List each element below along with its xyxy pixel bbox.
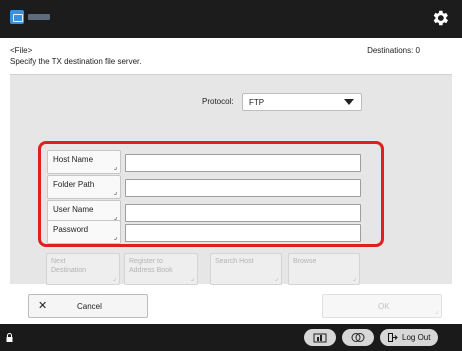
register-address-book-button[interactable]: Register to Address Book ⌟ xyxy=(124,253,198,285)
register-address-book-label: Register to Address Book xyxy=(129,258,173,274)
protocol-row: Protocol: FTP xyxy=(10,93,452,111)
status-monitor-button[interactable] xyxy=(342,329,374,346)
protocol-label: Protocol: xyxy=(202,97,234,106)
destinations-count: Destinations: 0 xyxy=(367,46,420,55)
ok-label: OK xyxy=(378,302,390,311)
close-icon: ✕ xyxy=(38,300,48,312)
cancel-button[interactable]: ✕ Cancel xyxy=(28,294,148,318)
info-area: <File> Specify the TX destination file s… xyxy=(10,46,452,70)
password-button[interactable]: Password ⌟ xyxy=(47,220,121,244)
lock-icon xyxy=(6,333,13,342)
logout-icon xyxy=(388,333,398,342)
highlight-frame: Host Name ⌟ Folder Path ⌟ User Name ⌟ Pa… xyxy=(38,141,384,247)
top-bar xyxy=(0,0,462,38)
folder-path-label: Folder Path xyxy=(53,180,95,189)
corner-arrow-icon: ⌟ xyxy=(112,275,116,282)
protocol-value: FTP xyxy=(249,98,265,107)
dialog-footer: ✕ Cancel OK ⌟ xyxy=(0,286,462,324)
status-bar: Log Out xyxy=(0,324,462,351)
app-icon xyxy=(10,10,24,24)
folder-path-input[interactable] xyxy=(125,179,361,197)
status-monitor-icon xyxy=(351,333,365,342)
corner-arrow-icon: ⌟ xyxy=(190,275,194,282)
instruction-text: Specify the TX destination file server. xyxy=(10,57,142,66)
host-name-button[interactable]: Host Name ⌟ xyxy=(47,150,121,174)
password-input[interactable] xyxy=(125,224,361,242)
corner-arrow-icon: ⌟ xyxy=(113,164,117,171)
corner-arrow-icon: ⌟ xyxy=(352,275,356,282)
gear-icon[interactable] xyxy=(430,8,450,28)
logout-label: Log Out xyxy=(402,333,431,342)
browse-button[interactable]: Browse ⌟ xyxy=(288,253,360,285)
folder-path-button[interactable]: Folder Path ⌟ xyxy=(47,175,121,199)
password-row: Password ⌟ xyxy=(47,220,377,244)
next-destination-label: Next Destination xyxy=(51,258,87,274)
ok-button[interactable]: OK ⌟ xyxy=(322,294,442,318)
cancel-label: Cancel xyxy=(77,302,102,311)
corner-arrow-icon: ⌟ xyxy=(113,189,117,196)
chevron-down-icon xyxy=(344,99,354,105)
protocol-select[interactable]: FTP xyxy=(242,93,362,111)
mode-label: <File> xyxy=(10,46,33,55)
corner-arrow-icon: ⌟ xyxy=(113,234,117,241)
folder-path-row: Folder Path ⌟ xyxy=(47,175,377,199)
password-label: Password xyxy=(53,225,89,234)
browse-label: Browse xyxy=(293,258,317,265)
app-title-placeholder xyxy=(28,14,50,20)
counter-icon xyxy=(313,333,327,343)
search-host-button[interactable]: Search Host ⌟ xyxy=(210,253,282,285)
search-host-label: Search Host xyxy=(215,258,254,265)
host-name-row: Host Name ⌟ xyxy=(47,150,377,174)
corner-arrow-icon: ⌟ xyxy=(274,275,278,282)
user-name-label: User Name xyxy=(53,205,94,214)
host-name-input[interactable] xyxy=(125,154,361,172)
corner-arrow-icon: ⌟ xyxy=(434,308,438,315)
host-name-label: Host Name xyxy=(53,155,94,164)
next-destination-button[interactable]: Next Destination ⌟ xyxy=(46,253,120,285)
counter-check-button[interactable] xyxy=(304,329,336,346)
logout-button[interactable]: Log Out xyxy=(380,329,438,346)
settings-panel: Protocol: FTP Host Name ⌟ Folder Path ⌟ … xyxy=(10,74,452,285)
